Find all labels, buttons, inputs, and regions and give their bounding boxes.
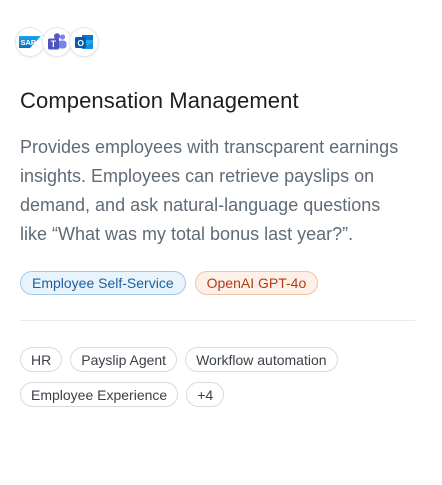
primary-tags: Employee Self-Service OpenAI GPT-4o bbox=[20, 271, 422, 295]
agent-card[interactable]: SAP T O Compensation Management Provides… bbox=[0, 0, 442, 485]
keyword-chip-payslip-agent[interactable]: Payslip Agent bbox=[70, 347, 178, 372]
keyword-tags: HR Payslip Agent Workflow automation Emp… bbox=[20, 347, 400, 407]
category-tag[interactable]: Employee Self-Service bbox=[20, 271, 186, 295]
outlook-logo-icon: O bbox=[69, 27, 99, 57]
keyword-chip-hr[interactable]: HR bbox=[20, 347, 63, 372]
teams-logo-icon: T bbox=[42, 27, 72, 57]
svg-text:SAP: SAP bbox=[21, 38, 36, 47]
card-description: Provides employees with transcparent ear… bbox=[20, 137, 399, 244]
svg-text:O: O bbox=[77, 38, 84, 48]
model-tag[interactable]: OpenAI GPT-4o bbox=[194, 271, 319, 295]
keyword-chip-employee-experience[interactable]: Employee Experience bbox=[20, 382, 179, 407]
svg-text:T: T bbox=[51, 39, 57, 49]
more-tags-chip[interactable]: +4 bbox=[186, 382, 225, 407]
keyword-chip-workflow-automation[interactable]: Workflow automation bbox=[185, 347, 338, 372]
divider bbox=[20, 320, 415, 321]
integration-logos: SAP T O bbox=[15, 26, 422, 58]
sap-logo-icon: SAP bbox=[15, 27, 45, 57]
card-title[interactable]: Compensation Management bbox=[20, 87, 422, 115]
